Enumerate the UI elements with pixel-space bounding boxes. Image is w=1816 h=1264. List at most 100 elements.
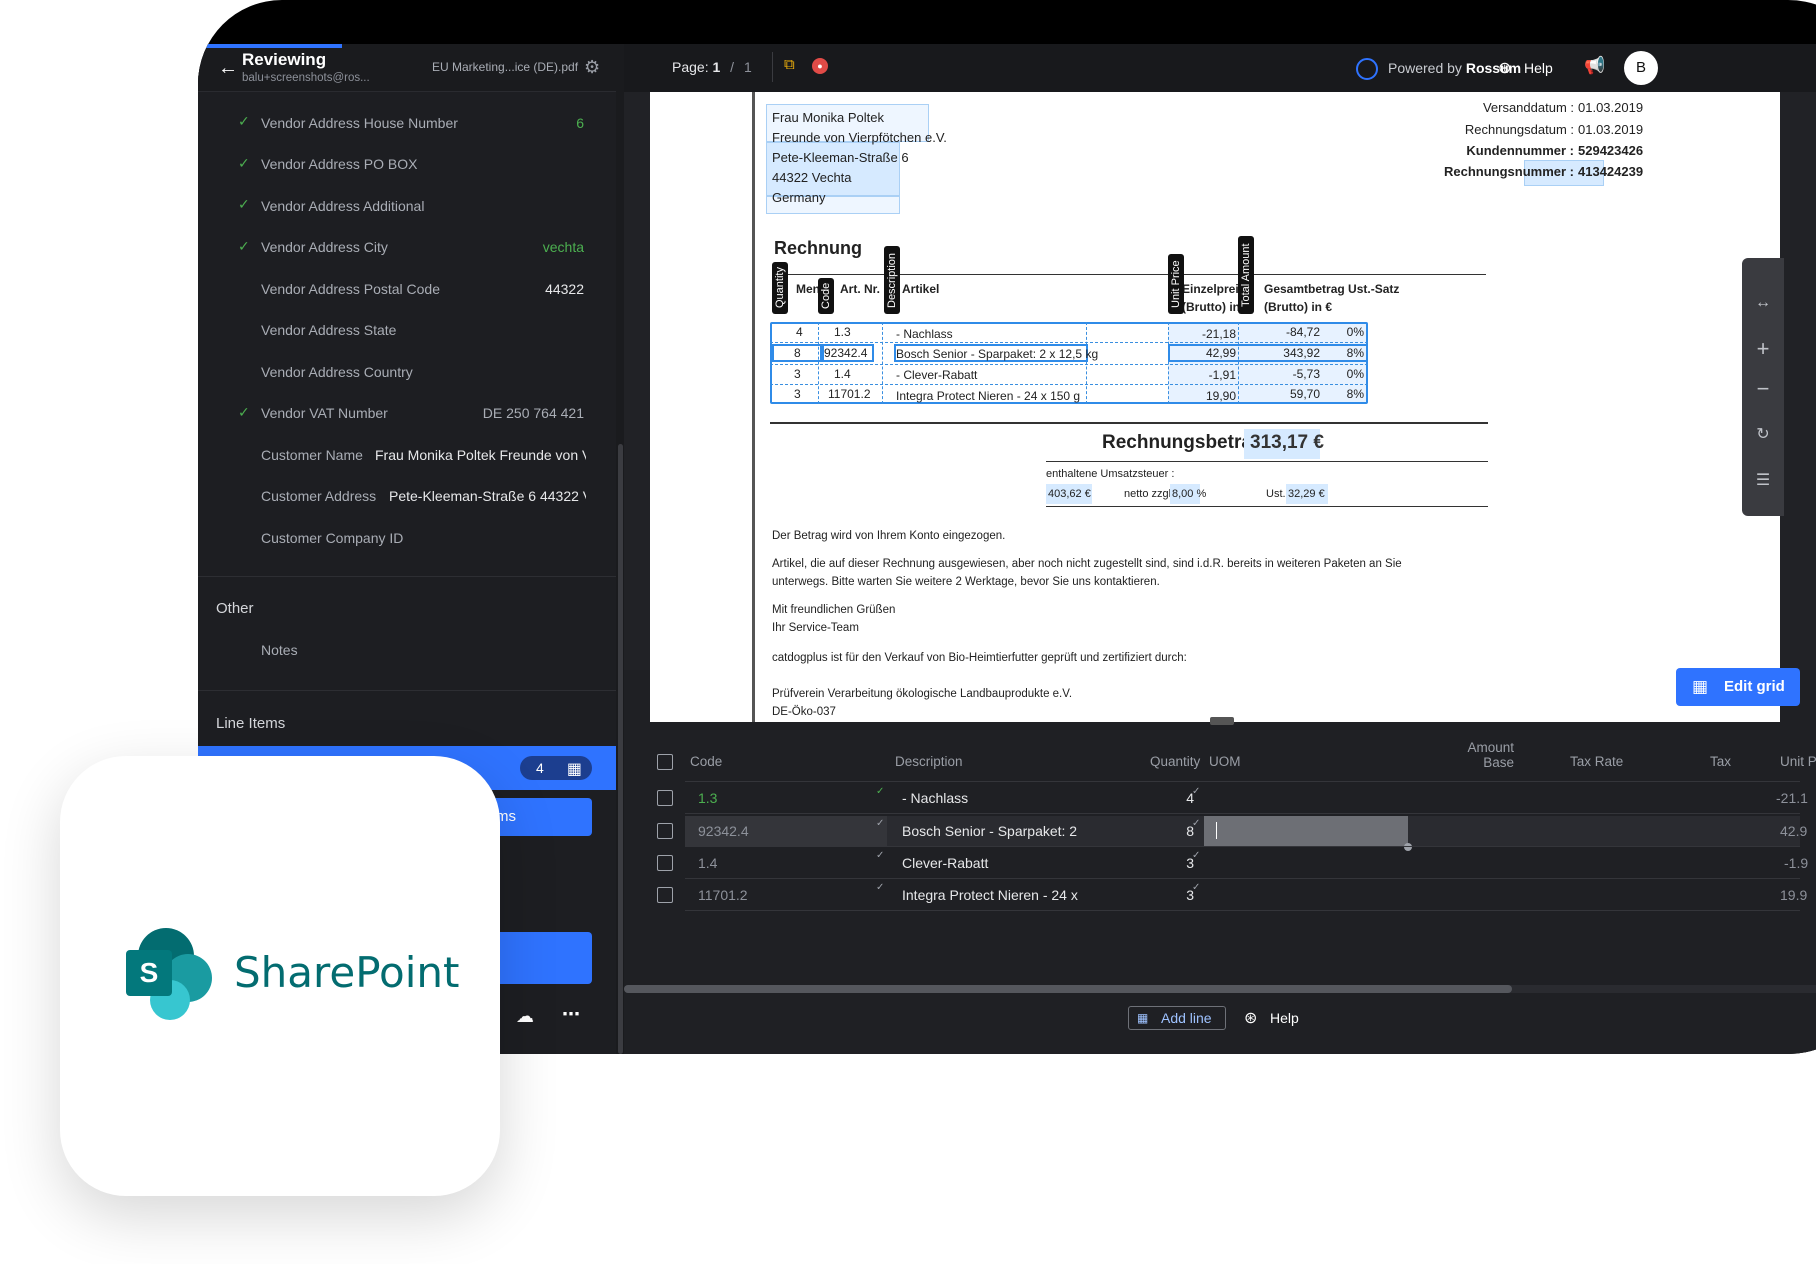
lifebuoy-icon[interactable]: ⊛ bbox=[1244, 1008, 1257, 1028]
row-checkbox[interactable] bbox=[657, 790, 673, 806]
grid-cell-description[interactable]: Integra Protect Nieren - 24 x bbox=[902, 887, 1078, 903]
field-value[interactable]: vechta bbox=[543, 239, 584, 255]
field-row[interactable]: Customer Address Pete-Kleeman-Straße 6 44… bbox=[198, 476, 616, 518]
zoom-in-icon[interactable]: + bbox=[1742, 336, 1784, 362]
field-row[interactable]: Customer Company ID bbox=[198, 517, 616, 559]
doc-cell-code: 11701.2 bbox=[828, 387, 871, 401]
lock-icon[interactable]: ● bbox=[812, 58, 828, 74]
field-row[interactable]: Vendor Address Postal Code 44322 bbox=[198, 268, 616, 310]
line-items-count-badge[interactable]: 4 ▦ bbox=[520, 756, 592, 780]
grid-cell-code[interactable]: 92342.4 bbox=[698, 823, 749, 839]
column-tag-quantity[interactable]: Quantity bbox=[772, 262, 788, 314]
field-row[interactable]: Vendor Address Country bbox=[198, 351, 616, 393]
grid-help-link[interactable]: Help bbox=[1270, 1010, 1299, 1026]
help-link[interactable]: Help bbox=[1524, 60, 1553, 76]
grid-cell-description[interactable]: Clever-Rabatt bbox=[902, 855, 988, 871]
fit-width-icon[interactable]: ↔ bbox=[1742, 294, 1784, 312]
column-tag-unit-price[interactable]: Unit Price bbox=[1168, 254, 1184, 314]
grid-cell-unit-price[interactable]: 42.9 bbox=[1780, 823, 1807, 839]
add-line-button[interactable]: ▦ Add line bbox=[1128, 1006, 1226, 1030]
grid-cell-code[interactable]: 11701.2 bbox=[698, 887, 748, 903]
field-label: Vendor Address Postal Code bbox=[261, 280, 441, 297]
grid-row-line[interactable] bbox=[770, 384, 1368, 385]
gear-icon[interactable]: ⚙ bbox=[584, 57, 600, 78]
resize-dot[interactable] bbox=[1404, 843, 1412, 851]
row-checkbox[interactable] bbox=[657, 887, 673, 903]
field-row[interactable]: ✓ Vendor Address House Number 6 bbox=[198, 102, 616, 144]
grid-cell-quantity[interactable]: 8 bbox=[1160, 823, 1194, 839]
avatar[interactable]: B bbox=[1624, 51, 1658, 85]
grid-column-line[interactable] bbox=[882, 322, 883, 404]
back-arrow-icon[interactable]: ← bbox=[218, 58, 238, 78]
grid-header-amount-base[interactable]: Amount Base bbox=[1460, 740, 1514, 770]
divider bbox=[198, 690, 616, 691]
select-all-checkbox[interactable] bbox=[657, 754, 673, 770]
resize-handle[interactable] bbox=[1210, 717, 1234, 725]
grid-cell-quantity[interactable]: 3 bbox=[1160, 855, 1194, 871]
zoom-out-icon[interactable]: − bbox=[1742, 376, 1784, 402]
notes-field[interactable]: Notes bbox=[261, 642, 298, 658]
grid-header-amount-base-line1: Amount bbox=[1467, 740, 1514, 755]
check-icon: ✓ bbox=[876, 882, 885, 893]
grid-header-unit-price[interactable]: Unit P bbox=[1780, 754, 1816, 769]
grid-cell-quantity[interactable]: 4 bbox=[1160, 790, 1194, 806]
vat-amount: 32,29 € bbox=[1288, 488, 1325, 500]
field-value[interactable]: Pete-Kleeman-Straße 6 44322 Ve bbox=[389, 488, 586, 504]
grid-header-description[interactable]: Description bbox=[895, 754, 963, 769]
grid-header-tax-rate[interactable]: Tax Rate bbox=[1570, 754, 1623, 769]
grid-column-line[interactable] bbox=[1086, 322, 1087, 404]
field-value[interactable]: 44322 bbox=[545, 281, 584, 297]
doc-cell-qty: 4 bbox=[796, 325, 803, 339]
grid-cell-unit-price[interactable]: 19.9 bbox=[1780, 887, 1807, 903]
grid-row-line[interactable] bbox=[770, 364, 1368, 365]
grid-hscroll-thumb[interactable] bbox=[624, 985, 1512, 993]
grid-cell-unit-price[interactable]: -21.1 bbox=[1776, 790, 1808, 806]
grid-cell-quantity[interactable]: 3 bbox=[1160, 887, 1194, 903]
field-value[interactable]: Frau Monika Poltek Freunde von Vie bbox=[375, 447, 586, 463]
vat-ust-label: Ust. bbox=[1266, 488, 1286, 500]
left-scrollbar-thumb[interactable] bbox=[618, 444, 623, 1054]
grid-cell-unit-price[interactable]: -1.9 bbox=[1784, 855, 1808, 871]
megaphone-icon[interactable]: 📢 bbox=[1584, 56, 1605, 76]
grid-row-line[interactable] bbox=[770, 342, 1368, 343]
page-current: 1 bbox=[712, 59, 721, 75]
field-row[interactable]: ✓ Vendor Address PO BOX bbox=[198, 144, 616, 186]
file-name: EU Marketing...ice (DE).pdf bbox=[432, 60, 579, 74]
meta-value: 01.03.2019 bbox=[1578, 100, 1644, 115]
grid-header-uom[interactable]: UOM bbox=[1209, 754, 1241, 769]
grid-cell-description[interactable]: Bosch Senior - Sparpaket: 2 x bbox=[902, 823, 1080, 839]
meta-value: 01.03.2019 bbox=[1578, 122, 1644, 137]
grid-cell-code[interactable]: 1.4 bbox=[698, 855, 717, 871]
field-row[interactable]: ✓ Vendor Address Additional bbox=[198, 185, 616, 227]
add-row-icon: ▦ bbox=[1137, 1011, 1149, 1025]
field-row[interactable]: ✓ Vendor Address City vechta bbox=[198, 227, 616, 269]
grid-header-quantity[interactable]: Quantity bbox=[1150, 754, 1200, 769]
field-value[interactable]: DE 250 764 421 bbox=[483, 405, 584, 421]
rotate-icon[interactable]: ↻ bbox=[1742, 424, 1784, 444]
lifebuoy-icon[interactable]: ⊛ bbox=[1498, 58, 1511, 78]
column-tag-code[interactable]: Code bbox=[818, 278, 834, 314]
field-row[interactable]: ✓ Vendor VAT Number DE 250 764 421 bbox=[198, 393, 616, 435]
grid-header-tax[interactable]: Tax bbox=[1710, 754, 1731, 769]
field-row[interactable]: Customer Name Frau Monika Poltek Freunde … bbox=[198, 434, 616, 476]
column-tag-description[interactable]: Description bbox=[884, 246, 900, 314]
grid-cell-code[interactable]: 1.3 bbox=[698, 790, 717, 806]
progress-accent bbox=[200, 44, 342, 48]
search-text-icon[interactable]: ☰ bbox=[1742, 470, 1784, 490]
doc-cell-qty: 3 bbox=[794, 367, 801, 381]
field-value[interactable]: 6 bbox=[576, 115, 584, 131]
column-tag-total-amount[interactable]: Total Amount bbox=[1238, 236, 1254, 314]
grid-column-line[interactable] bbox=[818, 322, 819, 404]
cloud-download-icon[interactable]: ☁ bbox=[516, 1006, 534, 1027]
check-icon: ✓ bbox=[876, 818, 885, 829]
edit-grid-button[interactable]: ▦ Edit grid bbox=[1676, 668, 1800, 706]
doc-cell-total: 343,92 bbox=[1283, 346, 1320, 360]
field-row[interactable]: Vendor Address State bbox=[198, 310, 616, 352]
row-checkbox[interactable] bbox=[657, 823, 673, 839]
copy-icon[interactable]: ⧉ bbox=[784, 56, 795, 73]
more-icon[interactable]: ⋯ bbox=[562, 1004, 580, 1025]
row-checkbox[interactable] bbox=[657, 855, 673, 871]
grid-header-code[interactable]: Code bbox=[690, 754, 722, 769]
grid-cell-description[interactable]: - Nachlass bbox=[902, 790, 968, 806]
uom-input[interactable] bbox=[1204, 816, 1408, 846]
